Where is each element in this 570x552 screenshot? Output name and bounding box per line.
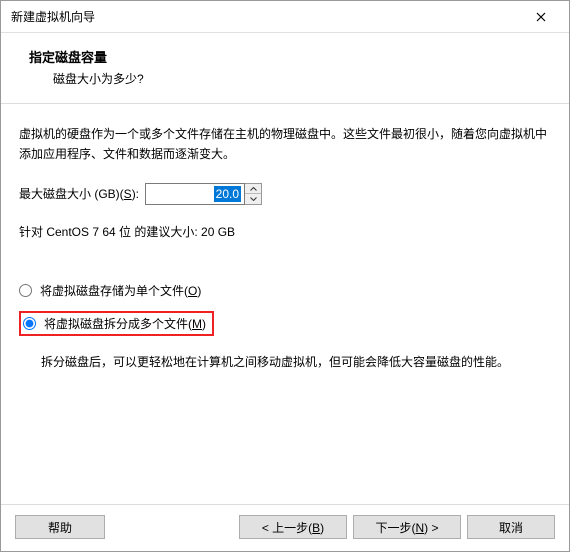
footer-buttons: 帮助 < 上一步(B) 下一步(N) > 取消	[1, 504, 569, 551]
back-button[interactable]: < 上一步(B)	[239, 515, 347, 539]
cancel-button[interactable]: 取消	[467, 515, 555, 539]
spinner-buttons	[245, 183, 262, 205]
chevron-up-icon	[250, 187, 257, 191]
next-button[interactable]: 下一步(N) >	[353, 515, 461, 539]
radio-single-file[interactable]	[19, 284, 32, 297]
help-button[interactable]: 帮助	[15, 515, 105, 539]
disk-size-row: 最大磁盘大小 (GB)(S): 20.0	[19, 183, 551, 205]
radio-split-files-label[interactable]: 将虚拟磁盘拆分成多个文件(M)	[44, 315, 206, 332]
disk-size-spinner: 20.0	[145, 183, 262, 205]
content-area: 虚拟机的硬盘作为一个或多个文件存储在主机的物理磁盘中。这些文件最初很小，随着您向…	[1, 104, 569, 504]
recommendation-text: 针对 CentOS 7 64 位 的建议大小: 20 GB	[19, 223, 551, 240]
radio-single-file-label[interactable]: 将虚拟磁盘存储为单个文件(O)	[40, 282, 201, 299]
close-button[interactable]	[521, 3, 561, 31]
chevron-down-icon	[250, 197, 257, 201]
radio-single-file-row: 将虚拟磁盘存储为单个文件(O)	[19, 282, 551, 299]
split-description: 拆分磁盘后，可以更轻松地在计算机之间移动虚拟机，但可能会降低大容量磁盘的性能。	[19, 352, 551, 372]
window-title: 新建虚拟机向导	[11, 8, 95, 25]
radio-split-files-row: 将虚拟磁盘拆分成多个文件(M)	[19, 311, 551, 336]
wizard-header: 指定磁盘容量 磁盘大小为多少?	[1, 33, 569, 99]
radio-split-files[interactable]	[23, 317, 36, 330]
titlebar: 新建虚拟机向导	[1, 1, 569, 33]
page-subtitle: 磁盘大小为多少?	[29, 70, 541, 87]
description-text: 虚拟机的硬盘作为一个或多个文件存储在主机的物理磁盘中。这些文件最初很小，随着您向…	[19, 124, 551, 165]
close-icon	[536, 12, 546, 22]
highlight-box: 将虚拟磁盘拆分成多个文件(M)	[19, 311, 214, 336]
disk-size-input[interactable]: 20.0	[145, 183, 245, 205]
page-title: 指定磁盘容量	[29, 47, 541, 66]
spinner-up-button[interactable]	[245, 184, 261, 194]
disk-size-label: 最大磁盘大小 (GB)(S):	[19, 185, 139, 202]
spinner-down-button[interactable]	[245, 193, 261, 204]
